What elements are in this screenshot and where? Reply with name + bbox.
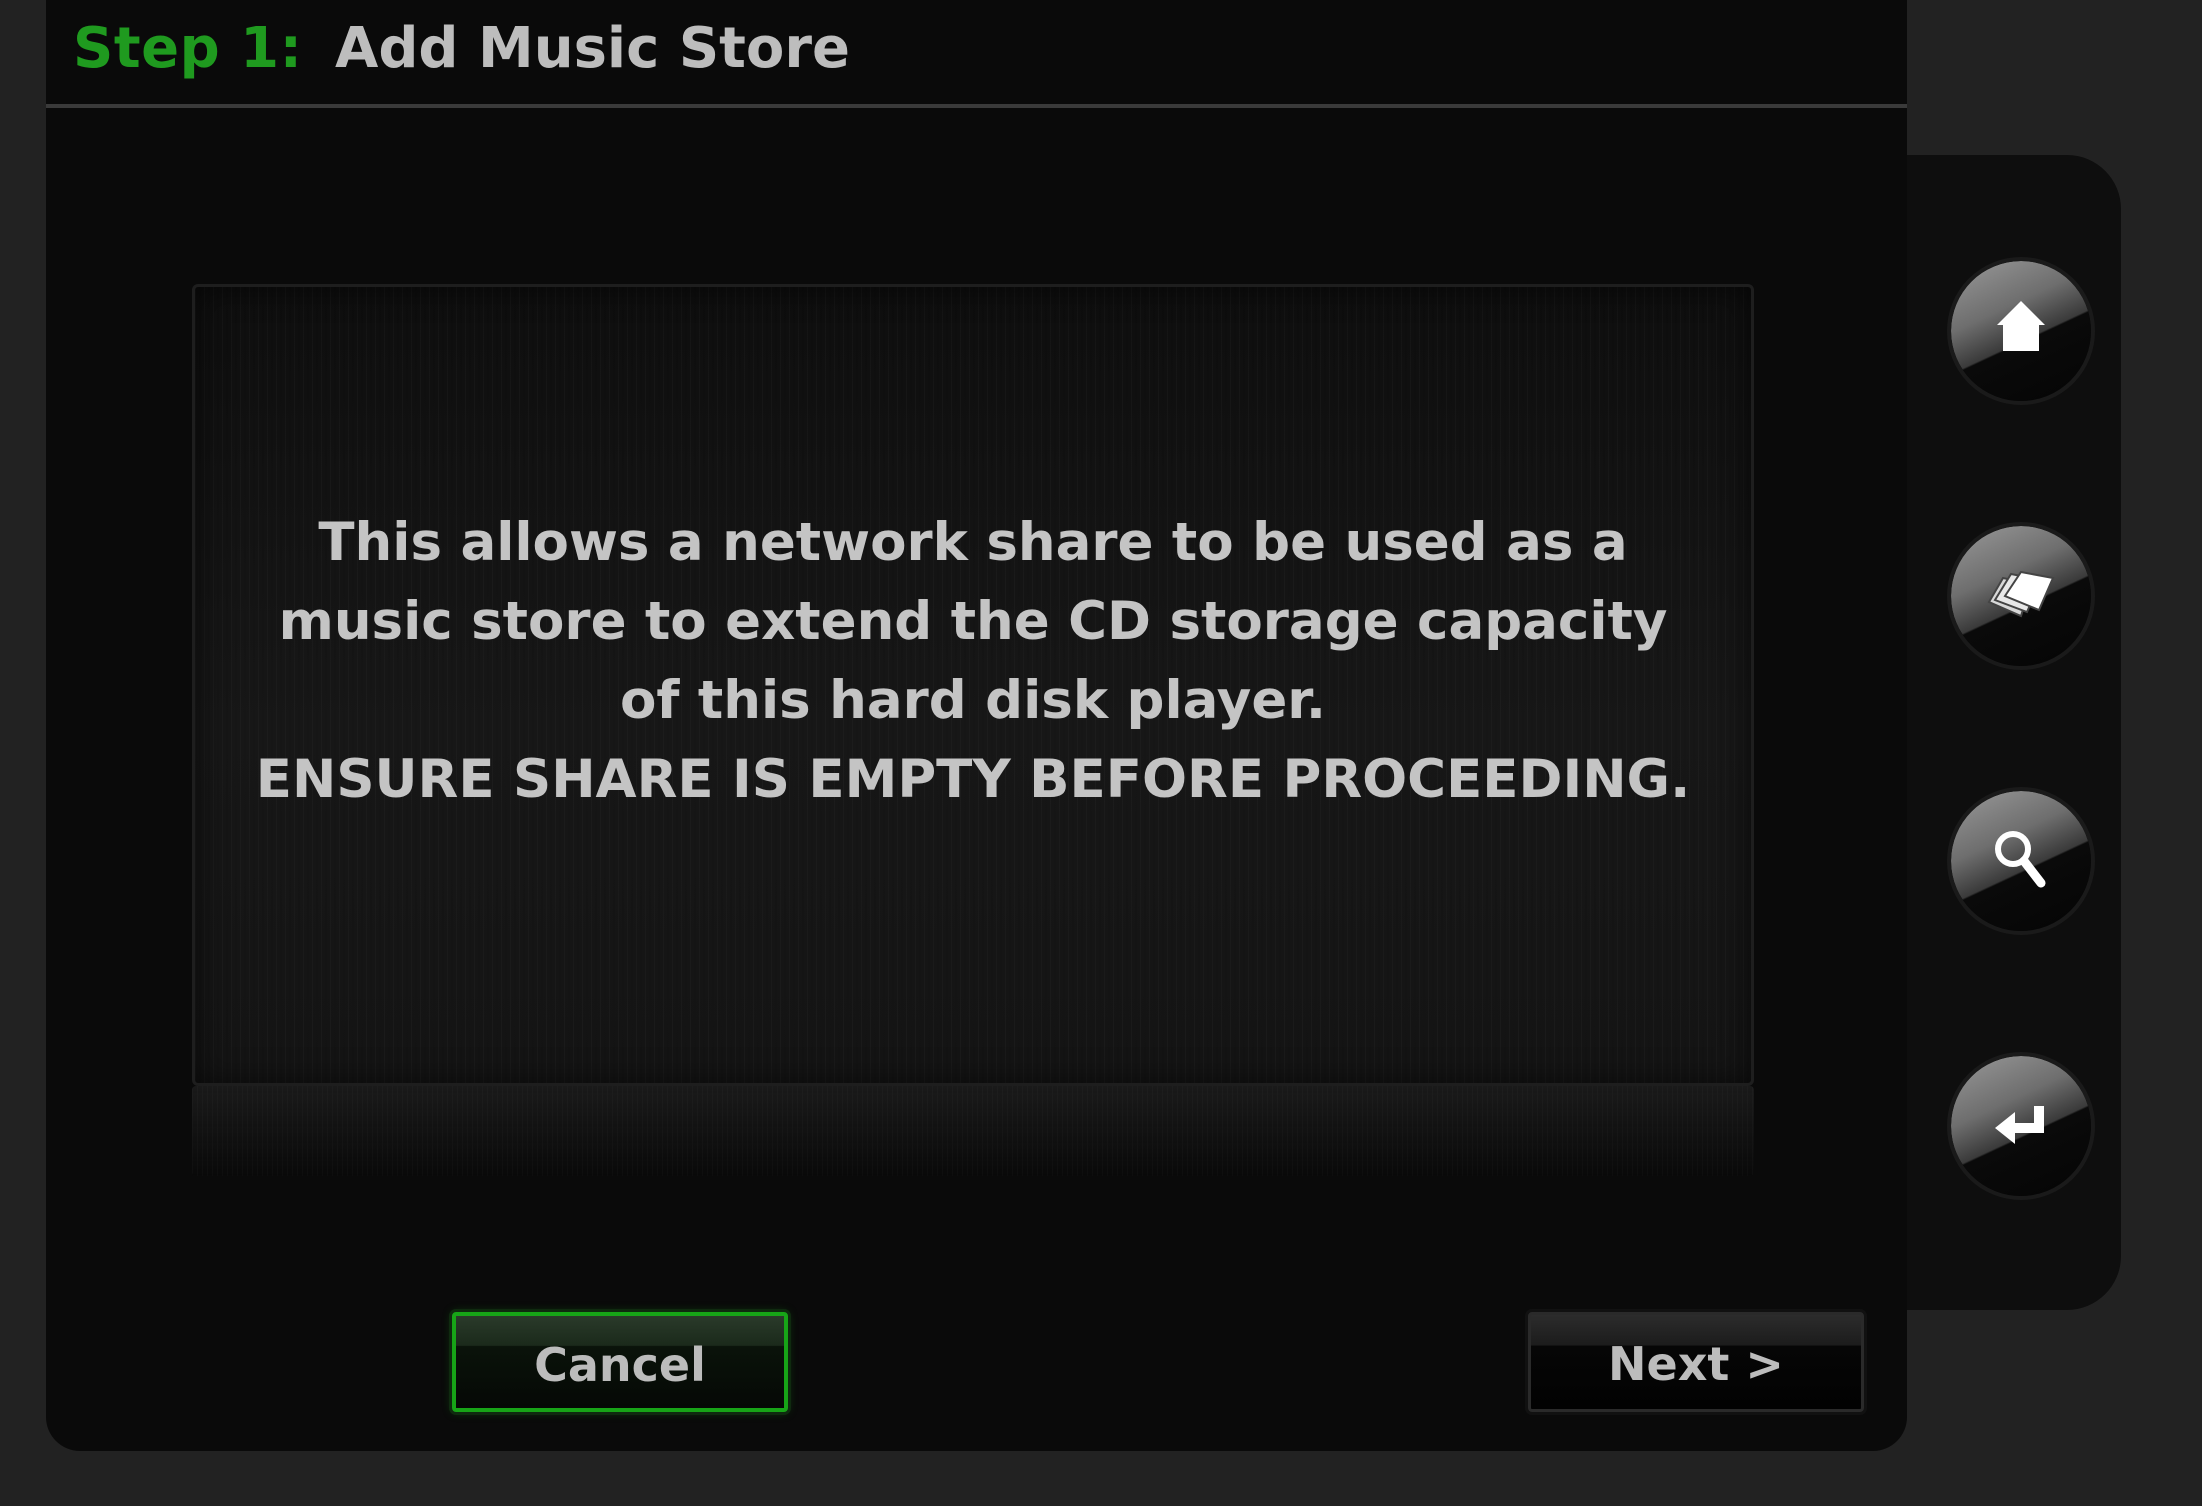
home-icon xyxy=(1997,301,2045,351)
wizard-title: Add Music Store xyxy=(335,16,850,81)
message-line-3: of this hard disk player. xyxy=(620,670,1326,731)
home-button[interactable] xyxy=(1947,257,2095,405)
return-button[interactable] xyxy=(1947,1052,2095,1200)
search-icon xyxy=(1995,831,2046,888)
library-button[interactable] xyxy=(1947,522,2095,670)
message-box: This allows a network share to be used a… xyxy=(192,284,1754,1086)
message-box-reflection xyxy=(192,1086,1754,1176)
wizard-panel: Step 1: Add Music Store This allows a ne… xyxy=(46,0,1907,1451)
message-line-2: music store to extend the CD storage cap… xyxy=(278,591,1668,652)
side-nav-panel xyxy=(1907,155,2121,1310)
step-label: Step 1: xyxy=(73,16,303,81)
cancel-button[interactable]: Cancel xyxy=(452,1312,788,1412)
message-warning: ENSURE SHARE IS EMPTY BEFORE PROCEEDING. xyxy=(255,749,1691,810)
next-button[interactable]: Next > xyxy=(1528,1312,1864,1412)
message-line-1: This allows a network share to be used a… xyxy=(318,512,1628,573)
wizard-header: Step 1: Add Music Store xyxy=(46,0,1907,108)
cd-stack-icon xyxy=(1987,570,2055,618)
return-icon xyxy=(1995,1106,2044,1144)
search-button[interactable] xyxy=(1947,787,2095,935)
message-text: This allows a network share to be used a… xyxy=(195,503,1751,819)
